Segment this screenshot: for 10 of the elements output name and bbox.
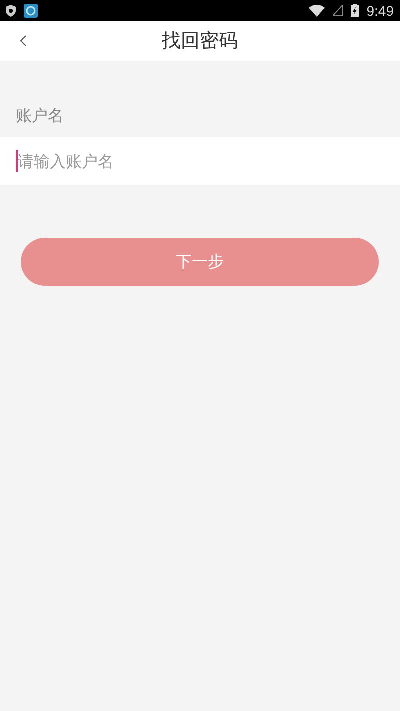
shield-icon xyxy=(6,4,16,16)
battery-icon xyxy=(350,4,359,17)
wifi-icon xyxy=(308,4,325,16)
signal-icon xyxy=(332,5,343,16)
status-time: 9:49 xyxy=(366,2,394,18)
account-field[interactable]: 请输入账户名 xyxy=(0,137,400,185)
back-chevron-icon xyxy=(20,35,28,47)
account-label: 账户名 xyxy=(15,105,65,127)
page-title: 找回密码 xyxy=(162,29,238,54)
app-icon xyxy=(24,4,38,18)
